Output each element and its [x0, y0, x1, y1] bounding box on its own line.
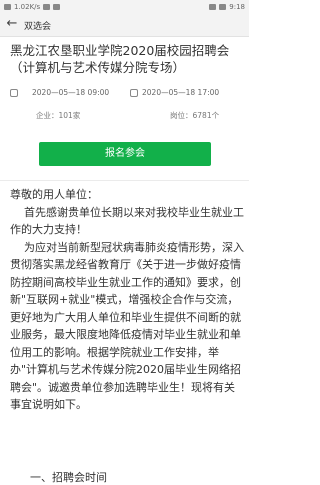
- app-icon: [53, 4, 61, 10]
- register-button[interactable]: 报名参会: [39, 142, 211, 166]
- network-speed: 1.02K/s: [14, 3, 41, 11]
- top-bar: ← 双选会: [0, 14, 249, 37]
- notification-icon: [43, 4, 51, 10]
- battery-icon: [219, 4, 227, 10]
- end-time: 2020—05—18 17:00: [142, 88, 220, 97]
- event-title: 黑龙江农垦职业学院2020届校园招聘会（计算机与艺术传媒分院专场）: [10, 43, 230, 75]
- start-time: 2020—05—18 09:00: [32, 88, 110, 97]
- clock-icon: [130, 89, 138, 97]
- wifi-icon: [209, 4, 217, 10]
- position-count: 岗位：6781个: [170, 111, 220, 120]
- arrow-left-icon: ←: [6, 16, 18, 31]
- section-heading: 一、招聘会时间: [30, 471, 107, 484]
- page-title: 双选会: [24, 22, 52, 32]
- company-count: 企业：101家: [36, 111, 81, 120]
- divider: [0, 180, 249, 181]
- event-stats-row: 企业：101家 岗位：6781个: [10, 110, 245, 122]
- calendar-icon: [10, 89, 18, 97]
- status-bar: 1.02K/s 9:18: [0, 0, 249, 14]
- signal-icon: [4, 4, 11, 10]
- event-time-row: 2020—05—18 09:00 2020—05—18 17:00: [10, 88, 245, 100]
- article-body: 尊敬的用人单位： 首先感谢贵单位长期以来对我校毕业生就业工作的大力支持！ 为应对…: [10, 188, 244, 411]
- back-button[interactable]: ←: [4, 16, 20, 32]
- clock: 9:18: [229, 3, 245, 11]
